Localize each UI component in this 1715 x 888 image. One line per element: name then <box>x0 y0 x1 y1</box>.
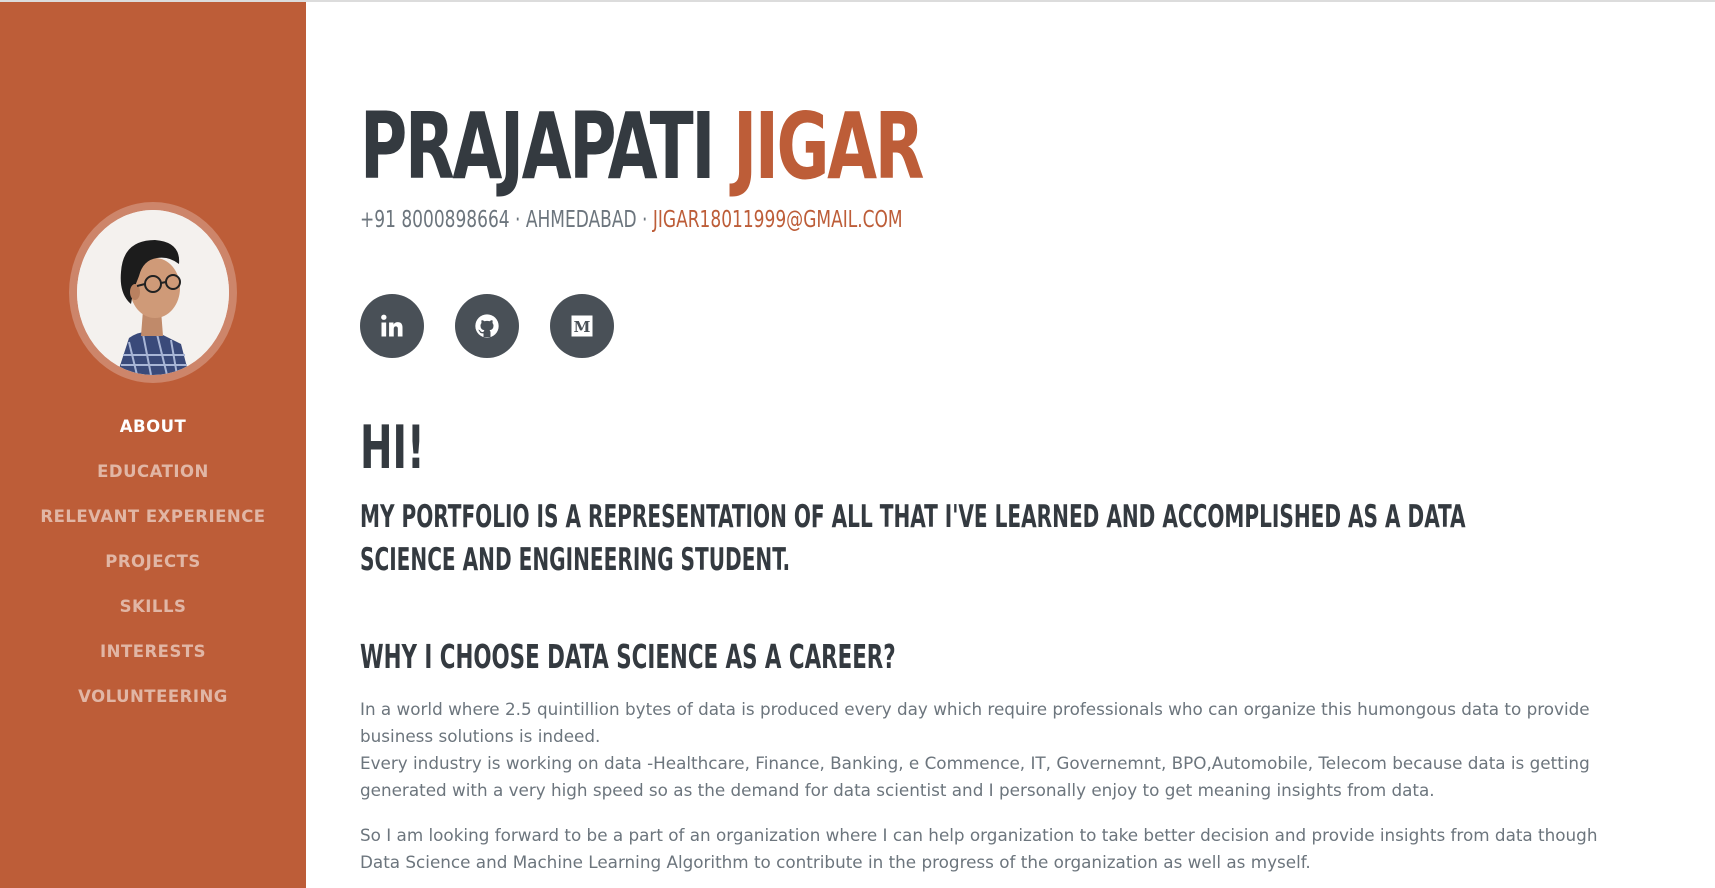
nav-link-skills[interactable]: SKILLS <box>120 597 187 616</box>
main-content: PRAJAPATI JIGAR +91 8000898664 · AHMEDAB… <box>360 0 1660 888</box>
social-icons: M <box>360 294 614 358</box>
nav-link-about[interactable]: ABOUT <box>120 417 187 436</box>
linkedin-button[interactable] <box>360 294 424 358</box>
nav-item-experience: RELEVANT EXPERIENCE <box>0 494 306 539</box>
nav-link-interests[interactable]: INTERESTS <box>100 642 206 661</box>
nav-item-interests: INTERESTS <box>0 629 306 674</box>
sidebar-nav: ABOUT EDUCATION RELEVANT EXPERIENCE PROJ… <box>0 404 306 719</box>
email-link[interactable]: JIGAR18011999@GMAIL.COM <box>653 207 903 233</box>
avatar <box>77 210 229 375</box>
city: AHMEDABAD <box>525 207 637 233</box>
separator: · <box>509 207 526 233</box>
paragraph-1: In a world where 2.5 quintillion bytes o… <box>360 696 1610 804</box>
greeting: HI! <box>360 413 425 483</box>
nav-item-volunteering: VOLUNTEERING <box>0 674 306 719</box>
page-title: PRAJAPATI JIGAR <box>360 92 925 202</box>
paragraph-1-line-2: Every industry is working on data -Healt… <box>360 753 1590 800</box>
top-border <box>0 0 1715 2</box>
linkedin-icon <box>381 314 403 337</box>
github-icon <box>475 314 499 338</box>
nav-link-relevant-experience[interactable]: RELEVANT EXPERIENCE <box>40 507 265 526</box>
lead-text: MY PORTFOLIO IS A REPRESENTATION OF ALL … <box>360 499 1466 578</box>
nav-item-projects: PROJECTS <box>0 539 306 584</box>
nav-link-volunteering[interactable]: VOLUNTEERING <box>78 687 228 706</box>
section-subheading: WHY I CHOOSE DATA SCIENCE AS A CAREER? <box>360 637 896 676</box>
svg-text:M: M <box>574 318 591 336</box>
sidebar: ABOUT EDUCATION RELEVANT EXPERIENCE PROJ… <box>0 0 306 888</box>
nav-item-education: EDUCATION <box>0 449 306 494</box>
avatar-photo <box>77 210 229 375</box>
nav-item-skills: SKILLS <box>0 584 306 629</box>
nav-link-education[interactable]: EDUCATION <box>97 462 209 481</box>
paragraph-2: So I am looking forward to be a part of … <box>360 825 1598 872</box>
contact-line: +91 8000898664 · AHMEDABAD · JIGAR180119… <box>360 204 903 236</box>
medium-icon: M <box>571 315 593 337</box>
medium-button[interactable]: M <box>550 294 614 358</box>
nav-link-projects[interactable]: PROJECTS <box>105 552 200 571</box>
phone-number: +91 8000898664 <box>360 207 510 233</box>
first-name: PRAJAPATI <box>360 93 715 200</box>
github-button[interactable] <box>455 294 519 358</box>
last-name: JIGAR <box>733 93 924 200</box>
nav-item-about: ABOUT <box>0 404 306 449</box>
separator: · <box>636 207 653 233</box>
avatar-frame <box>69 202 237 383</box>
paragraph-1-line-1: In a world where 2.5 quintillion bytes o… <box>360 699 1590 746</box>
